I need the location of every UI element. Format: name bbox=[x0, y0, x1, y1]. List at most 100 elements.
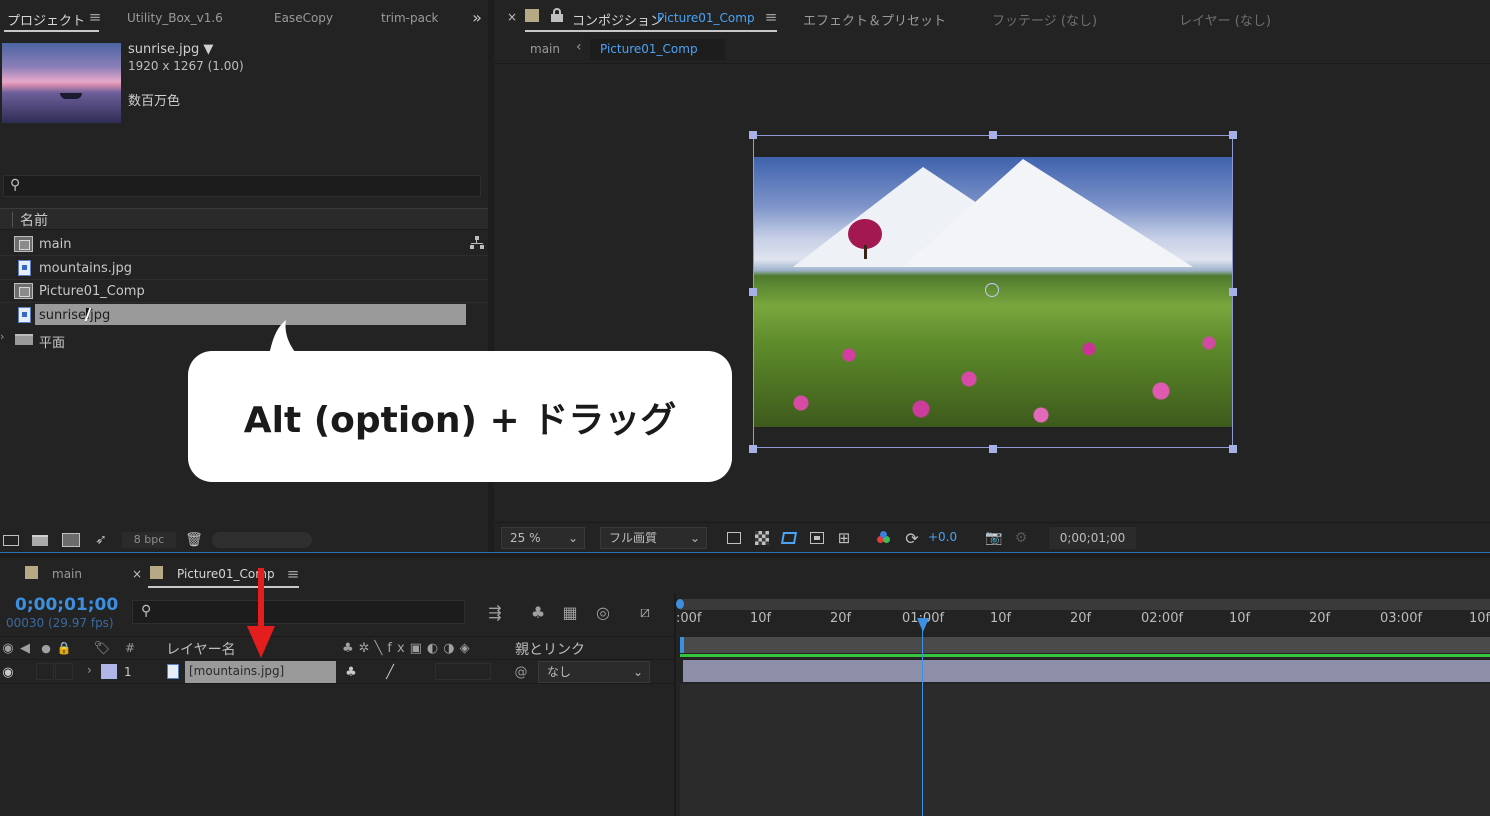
transparency-grid-icon[interactable] bbox=[753, 529, 771, 547]
navigator-start-handle[interactable] bbox=[676, 599, 684, 609]
quality-switch-icon[interactable]: ╱ bbox=[382, 665, 398, 680]
fast-preview-icon[interactable] bbox=[725, 529, 743, 547]
camera-icon[interactable]: 📷 bbox=[985, 529, 1003, 547]
menu-icon[interactable]: ≡ bbox=[285, 565, 301, 583]
search-input[interactable]: ⚲ bbox=[3, 175, 481, 197]
column-divider bbox=[12, 212, 13, 227]
tab-trim-pack[interactable]: trim-pack bbox=[381, 11, 439, 25]
parent-dropdown[interactable]: なし ⌄ bbox=[538, 661, 650, 683]
quality-dropdown[interactable]: フル画質 ⌄ bbox=[600, 527, 707, 549]
layer-label-swatch[interactable] bbox=[101, 664, 117, 679]
trash-icon[interactable]: 🗑 bbox=[185, 531, 203, 549]
ruler-tick-label: 10f bbox=[1229, 611, 1251, 626]
transform-handle[interactable] bbox=[1229, 131, 1237, 139]
tab-composition-name[interactable]: Picture01_Comp bbox=[657, 11, 755, 25]
column-hash[interactable]: # bbox=[125, 641, 135, 655]
red-arrow bbox=[246, 568, 276, 660]
list-item-selected[interactable]: sunrise.jpg bbox=[0, 304, 488, 327]
tab-utility-box[interactable]: Utility_Box_v1.6 bbox=[127, 11, 223, 25]
list-item[interactable]: main bbox=[0, 233, 488, 256]
layer-duration-bar[interactable] bbox=[683, 660, 1490, 682]
column-layer-name[interactable]: レイヤー名 bbox=[166, 639, 236, 659]
color-management-icon[interactable]: ⟳ bbox=[903, 529, 921, 548]
motion-blur-icon[interactable]: ◎ bbox=[592, 602, 614, 622]
flowchart-icon[interactable] bbox=[470, 236, 484, 250]
channel-icon[interactable] bbox=[875, 529, 893, 547]
work-area-bar[interactable] bbox=[680, 637, 1490, 653]
shy-layers-icon[interactable]: ♣ bbox=[527, 602, 549, 622]
switch-cell[interactable] bbox=[435, 663, 491, 680]
column-name-label[interactable]: 名前 bbox=[20, 210, 48, 230]
list-item[interactable]: › 平面 bbox=[0, 328, 488, 351]
new-composition-icon[interactable] bbox=[61, 531, 81, 549]
work-area-start[interactable] bbox=[680, 637, 684, 653]
layer-row[interactable]: ◉ › 1 [mountains.jpg] ♣ ╱ @ なし ⌄ bbox=[0, 660, 675, 684]
solo-icon[interactable]: ● bbox=[39, 641, 53, 655]
timeline-empty-area[interactable] bbox=[680, 684, 1490, 816]
eye-icon[interactable]: ◉ bbox=[1, 641, 15, 656]
region-of-interest-icon[interactable] bbox=[808, 529, 826, 547]
breadcrumb-main[interactable]: main bbox=[530, 42, 560, 56]
transform-handle[interactable] bbox=[1229, 288, 1237, 296]
graph-editor-icon[interactable]: ⧄ bbox=[634, 602, 656, 622]
lock-icon[interactable]: 🔒 bbox=[57, 641, 72, 655]
expand-chevron-icon[interactable]: › bbox=[0, 330, 4, 343]
current-timecode[interactable]: 0;00;01;00 bbox=[15, 595, 118, 615]
list-item[interactable]: mountains.jpg bbox=[0, 257, 488, 280]
chevron-double-right-icon[interactable]: » bbox=[468, 8, 486, 27]
tab-project[interactable]: プロジェクト bbox=[7, 10, 85, 29]
scrollbar[interactable] bbox=[212, 532, 312, 548]
playhead-line[interactable] bbox=[922, 622, 923, 816]
transform-handle[interactable] bbox=[749, 445, 757, 453]
close-icon[interactable]: × bbox=[132, 567, 142, 581]
tab-effects-presets[interactable]: エフェクト＆プリセット bbox=[803, 10, 946, 29]
thumb-name[interactable]: sunrise.jpg ▼ bbox=[128, 42, 213, 57]
transform-handle[interactable] bbox=[989, 445, 997, 453]
mask-visibility-icon[interactable] bbox=[780, 529, 798, 547]
timeline-search-input[interactable]: ⚲ bbox=[132, 600, 465, 624]
show-snapshot-icon[interactable]: ⚙ bbox=[1012, 529, 1030, 547]
menu-icon[interactable]: ≡ bbox=[763, 8, 779, 26]
tab-easecopy[interactable]: EaseCopy bbox=[274, 11, 333, 25]
new-folder-icon[interactable] bbox=[31, 531, 49, 549]
transform-handle[interactable] bbox=[1229, 445, 1237, 453]
lock-icon[interactable] bbox=[551, 8, 563, 22]
menu-icon[interactable]: ≡ bbox=[87, 8, 103, 26]
interpret-footage-icon[interactable] bbox=[2, 531, 20, 549]
label-color-swatch bbox=[25, 566, 38, 579]
list-item[interactable]: Picture01_Comp bbox=[0, 280, 488, 303]
tab-layer[interactable]: レイヤー (なし) bbox=[1179, 10, 1271, 29]
tab-footage[interactable]: フッテージ (なし) bbox=[992, 10, 1097, 29]
switch-cell[interactable] bbox=[36, 663, 54, 680]
exposure-value[interactable]: +0.0 bbox=[928, 530, 957, 544]
time-ruler[interactable]: :00f 10f 20f 01:00f 10f 20f 02:00f 10f 2… bbox=[676, 610, 1490, 636]
ruler-tick-label: :00f bbox=[676, 611, 702, 626]
switch-cell[interactable] bbox=[55, 663, 73, 680]
composition-flowchart-icon[interactable]: ⇶ bbox=[484, 602, 506, 622]
thumbnail-image bbox=[2, 43, 121, 123]
layer-name-field[interactable]: [mountains.jpg] bbox=[185, 661, 336, 683]
tab-main[interactable]: main bbox=[52, 567, 82, 581]
expand-chevron-icon[interactable]: › bbox=[87, 663, 92, 677]
transform-handle[interactable] bbox=[989, 131, 997, 139]
shy-switch-icon[interactable]: ♣ bbox=[343, 665, 359, 680]
breadcrumb-current[interactable]: Picture01_Comp bbox=[590, 39, 725, 60]
current-time-display[interactable]: 0;00;01;00 bbox=[1049, 527, 1136, 549]
playhead-handle[interactable] bbox=[917, 618, 929, 632]
eye-icon[interactable]: ◉ bbox=[1, 665, 15, 680]
grid-guides-icon[interactable]: ⊞ bbox=[835, 529, 853, 547]
close-icon[interactable]: × bbox=[507, 10, 517, 24]
transform-handle[interactable] bbox=[749, 131, 757, 139]
frame-blending-icon[interactable]: ▦ bbox=[559, 602, 581, 622]
render-queue-icon[interactable]: ➶ bbox=[92, 531, 110, 549]
pickwhip-icon[interactable]: @ bbox=[513, 665, 529, 680]
audio-icon[interactable]: ◀ bbox=[18, 641, 32, 656]
image-file-icon bbox=[167, 664, 179, 679]
column-parent-link[interactable]: 親とリンク bbox=[515, 639, 585, 659]
zoom-dropdown[interactable]: 25 % ⌄ bbox=[501, 527, 585, 549]
transform-handle[interactable] bbox=[749, 288, 757, 296]
tab-composition[interactable]: コンポジション bbox=[572, 10, 663, 29]
time-navigator-bar[interactable] bbox=[676, 599, 1490, 610]
bpc-toggle[interactable]: 8 bpc bbox=[122, 532, 176, 548]
label-tag-icon[interactable]: 🏷 bbox=[94, 641, 111, 656]
